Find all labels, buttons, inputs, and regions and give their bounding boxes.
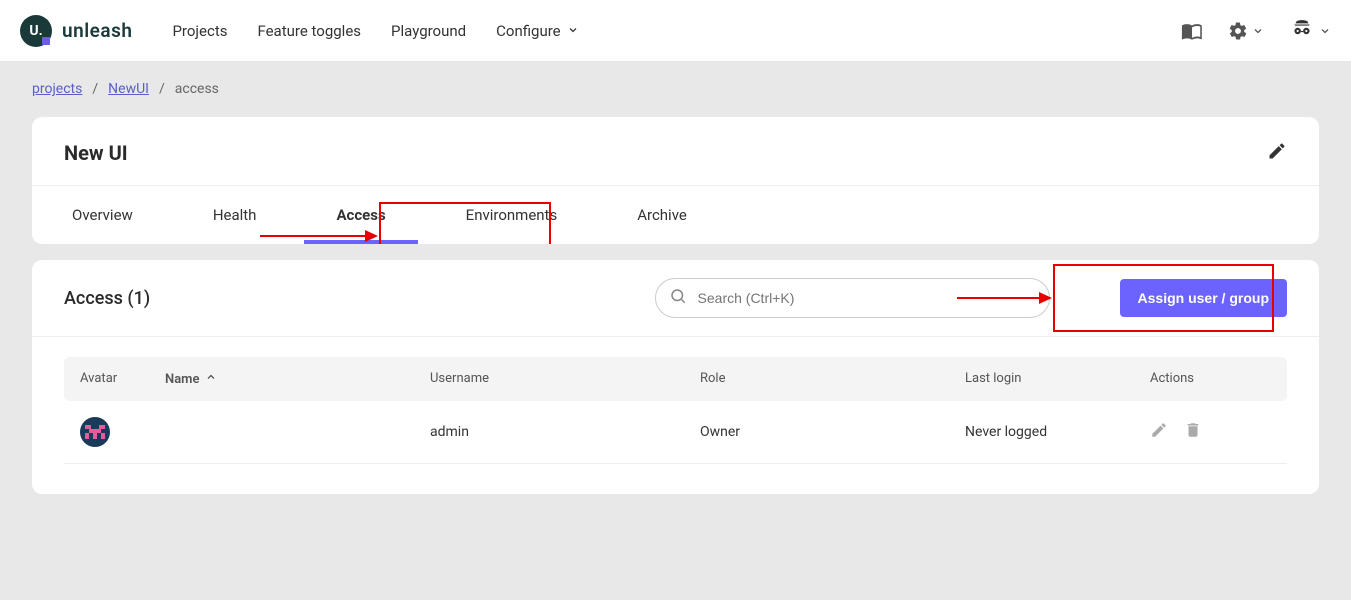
access-table: Avatar Name Username Role Last login Act… [32,336,1319,494]
th-avatar: Avatar [80,371,165,387]
nav-configure[interactable]: Configure [496,22,579,40]
tab-environments[interactable]: Environments [426,186,598,244]
cell-actions [1150,421,1271,443]
page-content: projects / NewUI / access New UI Overvie… [0,61,1351,530]
table-row: admin Owner Never logged [64,401,1287,464]
topbar: U. unleash Projects Feature toggles Play… [0,0,1351,61]
th-role[interactable]: Role [700,371,965,387]
access-heading: Access (1) [64,288,150,309]
nav-playground[interactable]: Playground [391,22,466,40]
docs-icon[interactable] [1181,20,1203,42]
nav-feature-toggles[interactable]: Feature toggles [257,22,361,40]
cell-avatar [80,417,165,447]
th-actions: Actions [1150,371,1271,387]
tab-archive[interactable]: Archive [597,186,727,244]
breadcrumb: projects / NewUI / access [32,81,1319,97]
cell-username: admin [430,424,700,440]
table-header: Avatar Name Username Role Last login Act… [64,357,1287,401]
settings-icon[interactable] [1228,21,1264,41]
nav-configure-label: Configure [496,22,561,40]
nav-projects[interactable]: Projects [172,22,227,40]
chevron-down-icon [567,22,579,40]
th-username[interactable]: Username [430,371,700,387]
search-wrap [655,278,1050,318]
breadcrumb-current: access [175,81,219,97]
th-name[interactable]: Name [165,371,430,387]
avatar [80,417,110,447]
cell-last-login: Never logged [965,424,1150,440]
project-header: New UI [32,117,1319,185]
access-header: Access (1) Assign user / group [32,260,1319,336]
th-last-login[interactable]: Last login [965,371,1150,387]
tab-health[interactable]: Health [173,186,297,244]
tab-access[interactable]: Access [296,186,425,244]
user-menu[interactable] [1289,18,1331,44]
search-input[interactable] [655,278,1050,318]
project-card: New UI Overview Health Access Environmen… [32,117,1319,244]
delete-row-icon[interactable] [1184,421,1202,443]
project-tabs: Overview Health Access Environments Arch… [32,185,1319,244]
th-name-label: Name [165,372,199,387]
edit-row-icon[interactable] [1150,421,1168,443]
breadcrumb-divider: / [159,81,165,97]
search-icon [669,287,687,309]
breadcrumb-divider: / [92,81,98,97]
breadcrumb-project-name[interactable]: NewUI [108,81,149,97]
edit-project-icon[interactable] [1267,141,1287,165]
tab-overview[interactable]: Overview [32,186,173,244]
logo-text: unleash [62,19,132,42]
main-nav: Projects Feature toggles Playground Conf… [172,22,578,40]
topbar-actions [1181,18,1331,44]
access-card: Access (1) Assign user / group Avatar Na… [32,260,1319,494]
breadcrumb-projects[interactable]: projects [32,81,82,97]
cell-role: Owner [700,424,965,440]
page-title: New UI [64,141,128,165]
logo[interactable]: U. unleash [20,15,132,47]
sort-asc-icon [205,371,217,387]
assign-user-group-button[interactable]: Assign user / group [1120,279,1287,317]
logo-mark: U. [20,15,52,47]
